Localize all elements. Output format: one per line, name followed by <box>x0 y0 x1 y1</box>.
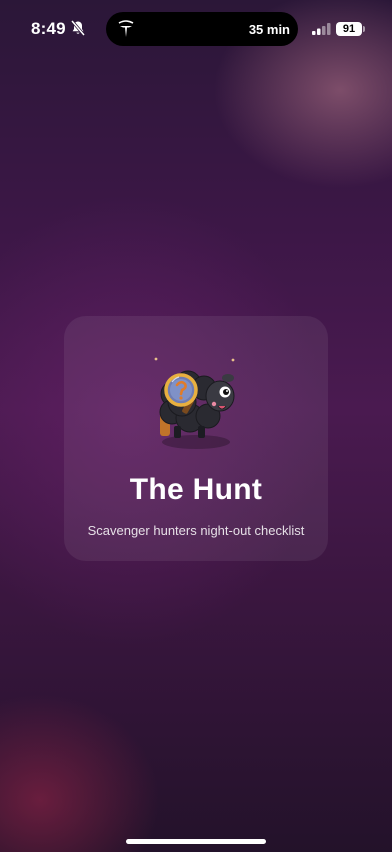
bell-slash-icon <box>71 20 85 36</box>
status-bar: 8:49 35 min 91 <box>0 0 392 56</box>
mascot-with-magnifying-glass-image <box>154 357 235 449</box>
cellular-signal-icon <box>312 23 331 35</box>
battery-cap <box>363 26 365 32</box>
home-indicator[interactable] <box>126 839 266 844</box>
app-subtitle: Scavenger hunters night-out checklist <box>87 523 305 538</box>
app-logo-icon <box>118 20 134 37</box>
app-launch-card: The Hunt Scavenger hunters night-out che… <box>64 316 328 561</box>
clock-time: 8:49 <box>31 19 66 38</box>
live-activity-timer: 35 min <box>248 22 290 37</box>
battery-icon: 91 <box>336 22 362 36</box>
dynamic-island[interactable]: 35 min <box>106 12 298 46</box>
app-title: The Hunt <box>129 473 263 506</box>
